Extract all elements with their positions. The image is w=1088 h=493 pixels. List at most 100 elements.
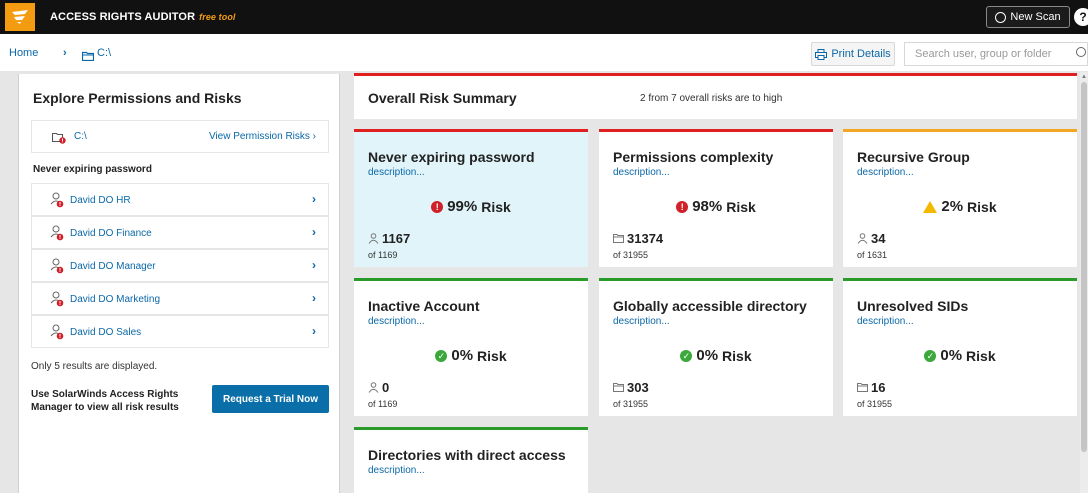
card-of-total: of 31955 bbox=[613, 250, 649, 260]
card-description-link[interactable]: description... bbox=[613, 167, 670, 178]
card-risk: ✓ 0% Risk bbox=[354, 347, 588, 364]
card-title: Never expiring password bbox=[368, 149, 535, 165]
user-icon bbox=[368, 382, 379, 393]
solarwinds-logo-icon bbox=[5, 3, 35, 31]
user-name: David DO Marketing bbox=[70, 294, 161, 305]
help-button[interactable]: ? bbox=[1074, 8, 1088, 26]
app-title-text: ACCESS RIGHTS AUDITOR bbox=[50, 11, 196, 23]
card-description-link[interactable]: description... bbox=[368, 167, 425, 178]
risk-card[interactable]: Unresolved SIDs description... ✓ 0% Risk… bbox=[843, 278, 1077, 416]
check-icon: ✓ bbox=[924, 349, 937, 362]
card-description-link[interactable]: description... bbox=[368, 316, 425, 327]
error-icon: ! bbox=[676, 200, 689, 213]
print-details-button[interactable]: Print Details bbox=[811, 42, 895, 66]
risk-value: 0% bbox=[940, 347, 963, 364]
risk-value: 2% bbox=[941, 198, 964, 215]
user-icon bbox=[857, 233, 868, 244]
card-count: 303 bbox=[613, 380, 649, 395]
user-risk-icon bbox=[50, 291, 64, 307]
card-count: 1167 bbox=[368, 231, 410, 246]
request-trial-button[interactable]: Request a Trial Now bbox=[212, 385, 329, 413]
warning-icon bbox=[923, 200, 938, 213]
risk-card[interactable]: Directories with direct access descripti… bbox=[354, 427, 588, 493]
folder-path: C:\ bbox=[74, 131, 87, 142]
card-description-link[interactable]: description... bbox=[613, 316, 670, 327]
risk-card[interactable]: Globally accessible directory descriptio… bbox=[599, 278, 833, 416]
risk-card[interactable]: Permissions complexity description... ! … bbox=[599, 129, 833, 267]
card-title: Globally accessible directory bbox=[613, 298, 807, 314]
user-name: David DO Manager bbox=[70, 261, 156, 272]
risk-value: 0% bbox=[696, 347, 719, 364]
new-scan-button[interactable]: New Scan bbox=[986, 6, 1070, 28]
new-scan-icon bbox=[995, 11, 1007, 23]
card-description-link[interactable]: description... bbox=[368, 465, 425, 476]
user-row[interactable]: David DO Finance › bbox=[31, 216, 329, 249]
user-name: David DO Sales bbox=[70, 327, 142, 338]
card-title: Recursive Group bbox=[857, 149, 970, 165]
card-title: Inactive Account bbox=[368, 298, 480, 314]
user-icon bbox=[368, 233, 379, 244]
search-input[interactable] bbox=[904, 42, 1088, 66]
risk-suffix: Risk bbox=[481, 198, 511, 215]
card-count: 31374 bbox=[613, 231, 663, 246]
user-row[interactable]: David DO Marketing › bbox=[31, 282, 329, 315]
scroll-up-icon[interactable]: ▲ bbox=[1081, 74, 1087, 80]
card-description-link[interactable]: description... bbox=[857, 316, 914, 327]
card-risk: ✓ 0% Risk bbox=[599, 347, 833, 364]
explore-panel: Explore Permissions and Risks C:\ View P… bbox=[18, 74, 340, 493]
risk-value: 0% bbox=[451, 347, 474, 364]
risk-value: 98% bbox=[692, 198, 723, 215]
error-icon: ! bbox=[431, 200, 444, 213]
card-of-total: of 31955 bbox=[613, 399, 649, 409]
card-count: 0 bbox=[368, 380, 389, 395]
breadcrumb-path[interactable]: C:\ bbox=[97, 47, 111, 59]
user-risk-icon bbox=[50, 192, 64, 208]
view-permission-risks-link[interactable]: View Permission Risks › bbox=[209, 131, 316, 142]
top-bar: ACCESS RIGHTS AUDITOR free tool New Scan … bbox=[0, 0, 1088, 34]
folder-icon bbox=[81, 48, 95, 66]
risk-card[interactable]: Inactive Account description... ✓ 0% Ris… bbox=[354, 278, 588, 416]
upsell-text: Use SolarWinds Access Rights Manager to … bbox=[31, 389, 179, 413]
card-risk: ✓ 0% Risk bbox=[843, 347, 1077, 364]
risk-suffix: Risk bbox=[722, 347, 752, 364]
folder-icon bbox=[613, 383, 624, 392]
card-of-total: of 1169 bbox=[368, 250, 398, 260]
summary-text: 2 from 7 overall risks are to high bbox=[640, 93, 783, 104]
user-name: David DO HR bbox=[70, 195, 131, 206]
free-tool-label: free tool bbox=[199, 12, 236, 22]
section-label: Never expiring password bbox=[33, 164, 152, 175]
user-risk-icon bbox=[50, 324, 64, 340]
app-title: ACCESS RIGHTS AUDITOR free tool bbox=[50, 11, 236, 23]
card-title: Directories with direct access bbox=[368, 447, 566, 463]
scrollbar-thumb[interactable] bbox=[1081, 82, 1087, 452]
folder-icon bbox=[857, 383, 868, 392]
count-value: 0 bbox=[382, 380, 390, 395]
search-icon[interactable] bbox=[1076, 47, 1086, 57]
breadcrumb-home[interactable]: Home bbox=[9, 47, 38, 59]
card-count: 16 bbox=[857, 380, 885, 395]
risk-card[interactable]: Never expiring password description... !… bbox=[354, 129, 588, 267]
user-risk-icon bbox=[50, 258, 64, 274]
card-of-total: of 1169 bbox=[368, 399, 398, 409]
summary-title: Overall Risk Summary bbox=[368, 90, 517, 106]
risk-card[interactable]: Recursive Group description... 2% Risk 3… bbox=[843, 129, 1077, 267]
card-risk: ! 99% Risk bbox=[354, 198, 588, 215]
user-row[interactable]: David DO HR › bbox=[31, 183, 329, 216]
explore-panel-title: Explore Permissions and Risks bbox=[33, 90, 242, 106]
overall-risk-summary: Overall Risk Summary 2 from 7 overall ri… bbox=[354, 73, 1077, 119]
chevron-right-icon: › bbox=[312, 291, 316, 305]
card-description-link[interactable]: description... bbox=[857, 167, 914, 178]
card-title: Permissions complexity bbox=[613, 149, 774, 165]
chevron-right-icon: › bbox=[312, 225, 316, 239]
folder-risk-icon bbox=[51, 131, 66, 149]
new-scan-label: New Scan bbox=[1010, 11, 1061, 23]
check-icon: ✓ bbox=[680, 349, 693, 362]
card-of-total: of 1631 bbox=[857, 250, 888, 260]
user-row[interactable]: David DO Sales › bbox=[31, 315, 329, 348]
count-value: 34 bbox=[871, 231, 886, 246]
folder-row[interactable]: C:\ View Permission Risks › bbox=[31, 120, 329, 153]
risk-suffix: Risk bbox=[967, 198, 997, 215]
user-risk-icon bbox=[50, 225, 64, 241]
chevron-right-icon: › bbox=[312, 324, 316, 338]
user-row[interactable]: David DO Manager › bbox=[31, 249, 329, 282]
